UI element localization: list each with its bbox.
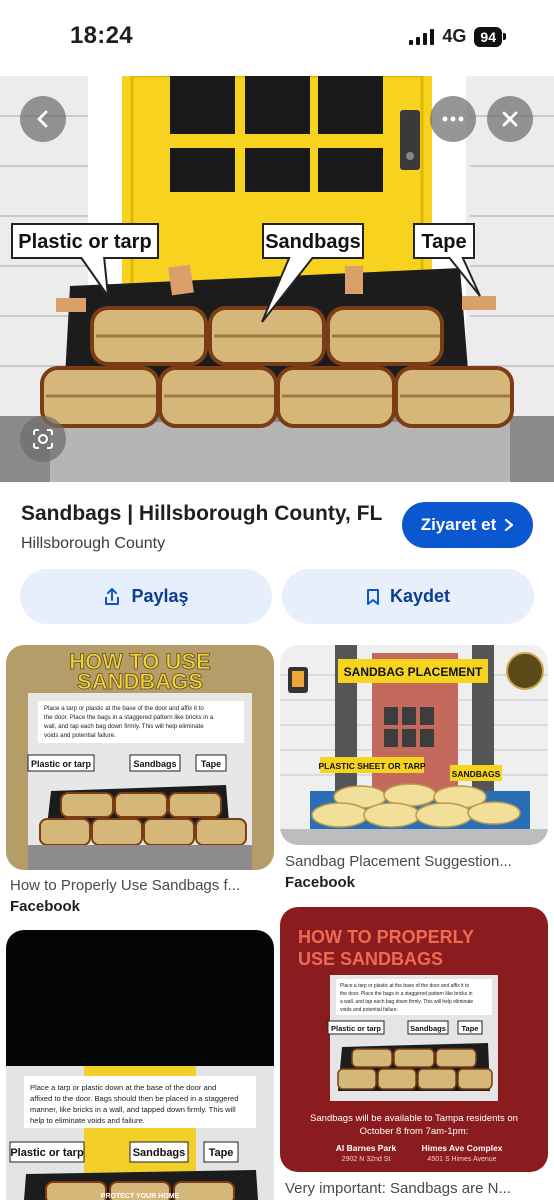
card4-body-1: Place a tarp or plastic at the base of t… <box>340 983 469 989</box>
card4-title[interactable]: Very important: Sandbags are N... <box>285 1180 547 1197</box>
back-button[interactable] <box>20 96 66 142</box>
card4-notice-1: Sandbags will be available to Tampa resi… <box>310 1113 518 1124</box>
save-button[interactable]: Kaydet <box>282 569 534 624</box>
result-card-3-image[interactable]: Place a tarp or plastic down at the base… <box>6 930 274 1200</box>
status-indicators: 4G 94 <box>409 26 506 47</box>
card3-label-tape: Tape <box>209 1147 234 1159</box>
card1-label-plastic: Plastic or tarp <box>31 759 92 769</box>
more-options-button[interactable] <box>430 96 476 142</box>
result-card-2-image[interactable]: SANDBAG PLACEMENT PLASTIC SHEET OR TARP … <box>280 645 548 845</box>
battery-icon: 94 <box>474 26 506 47</box>
card1-label-sandbags: Sandbags <box>133 759 176 769</box>
card3-label-plastic: Plastic or tarp <box>10 1147 84 1159</box>
battery-level: 94 <box>474 26 502 47</box>
card4-loc1-name: Al Barnes Park <box>336 1143 397 1153</box>
card2-title[interactable]: Sandbag Placement Suggestion... <box>285 853 547 870</box>
card1-heading-2: SANDBAGS <box>77 669 203 694</box>
card2-source: Facebook <box>285 874 356 891</box>
share-icon <box>105 587 120 605</box>
card4-heading-1: HOW TO PROPERLY <box>298 927 474 947</box>
card4-label-tape: Tape <box>462 1024 479 1033</box>
network-type: 4G <box>442 26 467 46</box>
card1-body-1: Place a tarp or plastic at the base of t… <box>44 705 204 712</box>
card2-banner: SANDBAG PLACEMENT <box>344 665 483 679</box>
card1-body-2: the door. Place the bags in a staggered … <box>44 714 214 721</box>
save-label: Kaydet <box>389 586 451 606</box>
card3-body-2: affixed to the door. Bags should then be… <box>30 1094 238 1103</box>
card1-title[interactable]: How to Properly Use Sandbags f... <box>10 877 272 894</box>
sandbag-illustration: Plastic or tarp Sandbags Tape <box>0 76 554 482</box>
visit-button[interactable]: Ziyaret et <box>402 502 533 548</box>
result-card-1-image[interactable]: HOW TO USE SANDBAGS Place a tarp or plas… <box>6 645 274 870</box>
status-time: 18:24 <box>70 22 133 49</box>
card2-label-sheet: PLASTIC SHEET OR TARP <box>318 761 425 771</box>
lens-search-button[interactable] <box>20 416 66 462</box>
card4-body-4: voids and potential failure. <box>340 1007 398 1013</box>
card3-body-4: help to eliminate voids and failure. <box>30 1116 145 1125</box>
card1-body-4: voids and potential failure. <box>44 732 116 739</box>
hero-image[interactable]: Plastic or tarp Sandbags Tape <box>0 76 554 482</box>
result-title[interactable]: Sandbags | Hillsborough County, FL <box>21 502 382 526</box>
bookmark-icon <box>366 588 379 605</box>
card4-loc1-addr: 2902 N 32nd St <box>342 1156 391 1163</box>
card4-label-plastic: Plastic or tarp <box>331 1024 381 1033</box>
more-icon <box>442 116 464 122</box>
chevron-left-icon <box>37 110 48 128</box>
signal-icon <box>409 28 435 45</box>
close-button[interactable] <box>487 96 533 142</box>
share-label: Paylaş <box>131 586 189 606</box>
card1-label-tape: Tape <box>201 759 221 769</box>
card3-body-3: manner, like bricks in a wall, and tappe… <box>30 1105 236 1114</box>
card4-notice-2: October 8 from 7am-1pm: <box>360 1126 469 1137</box>
card3-label-sandbags: Sandbags <box>133 1147 186 1159</box>
lens-icon <box>33 429 53 449</box>
card4-body-3: a wall, and tap each bag down firmly. Th… <box>340 999 473 1005</box>
visit-label: Ziyaret et <box>420 515 497 534</box>
label-tape: Tape <box>421 231 466 253</box>
card1-body-3: wall, and tap each bag down firmly. This… <box>43 723 204 730</box>
close-icon <box>502 111 518 127</box>
card4-label-sandbags: Sandbags <box>410 1024 446 1033</box>
card4-loc2-addr: 4501 S Himes Avenue <box>427 1156 496 1163</box>
card1-source: Facebook <box>10 898 81 915</box>
share-button[interactable]: Paylaş <box>20 569 272 624</box>
card3-footer: PROTECT YOUR HOME <box>101 1193 180 1200</box>
result-card-4-image[interactable]: HOW TO PROPERLY USE SANDBAGS Place a tar… <box>280 907 548 1172</box>
label-plastic-or-tarp: Plastic or tarp <box>18 231 151 253</box>
result-source: Hillsborough County <box>21 535 166 552</box>
card4-heading-2: USE SANDBAGS <box>298 949 443 969</box>
card3-body-1: Place a tarp or plastic down at the base… <box>30 1083 216 1092</box>
chevron-right-icon <box>505 518 514 532</box>
status-bar: 18:24 4G 94 <box>0 0 554 76</box>
card2-label-sandbags: SANDBAGS <box>452 769 501 779</box>
card4-body-2: the door. Place the bags in a staggered … <box>340 991 473 997</box>
card4-loc2-name: Himes Ave Complex <box>421 1143 502 1153</box>
label-sandbags: Sandbags <box>265 231 361 253</box>
